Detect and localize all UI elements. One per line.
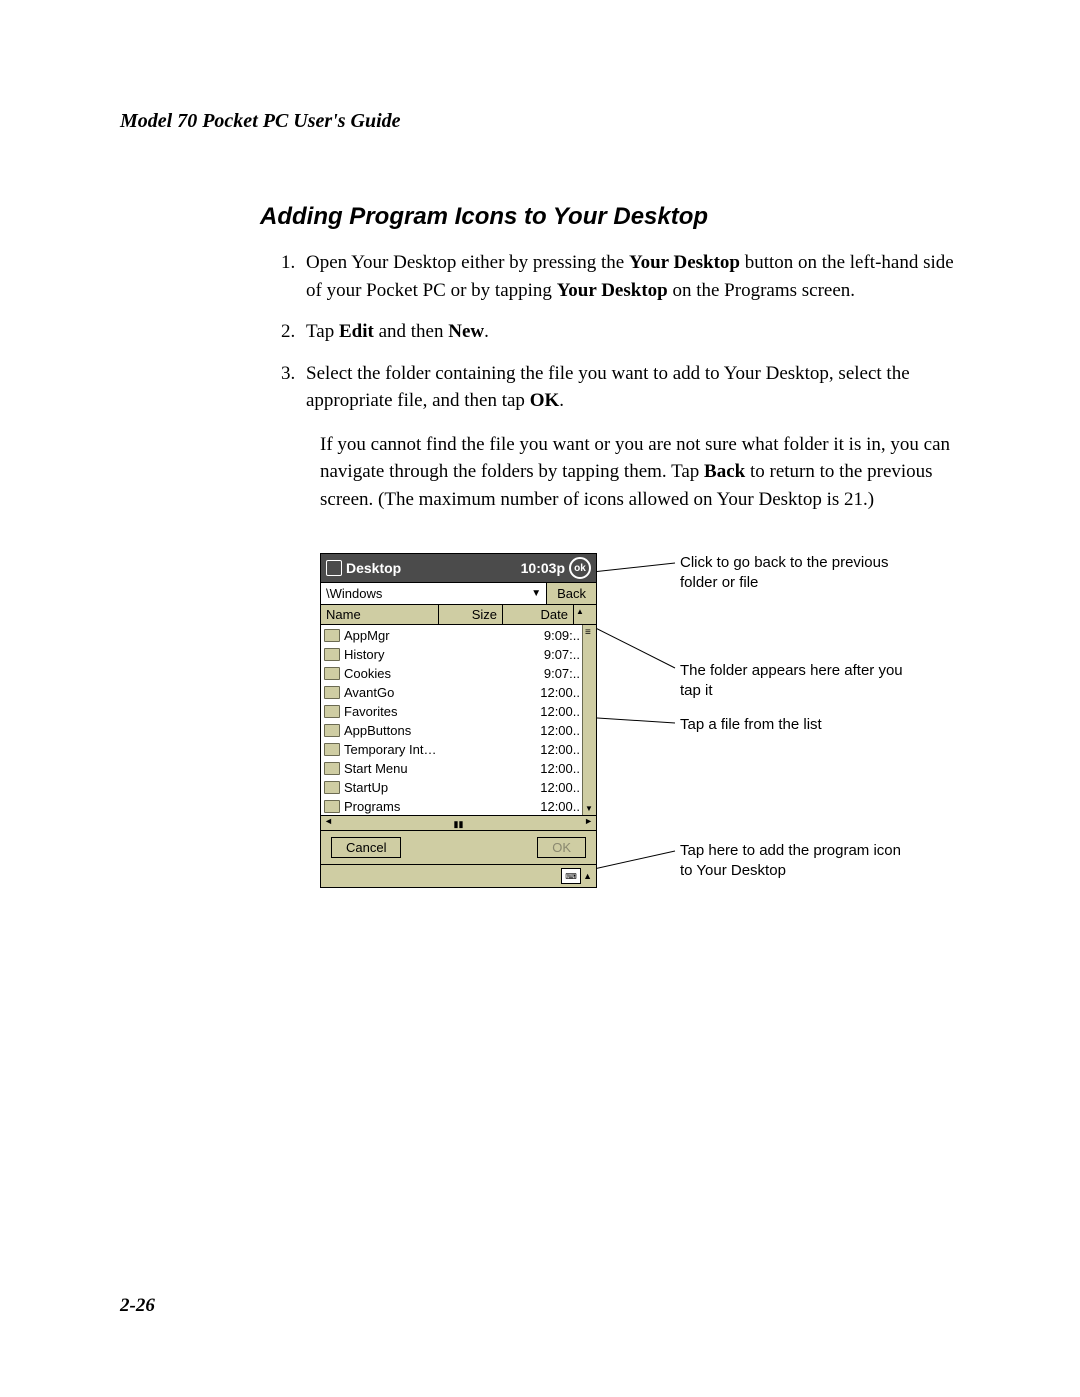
folder-icon (324, 629, 340, 642)
horizontal-scrollbar[interactable]: ▮▮ (321, 815, 596, 830)
pathbar: \Windows ▼ Back (321, 582, 596, 605)
file-date: 9:07:.. (489, 666, 596, 681)
step-list: Open Your Desktop either by pressing the… (300, 249, 960, 415)
figure: Desktop 10:03p ok \Windows ▼ Back Name S… (320, 553, 960, 953)
col-date[interactable]: Date (503, 605, 574, 624)
file-date: 12:00.. (489, 799, 596, 814)
folder-icon (324, 800, 340, 813)
file-name: History (344, 647, 489, 662)
step-2-text-b: and then (374, 321, 448, 342)
step-1-text-c: on the Programs screen. (668, 280, 855, 301)
app-icon (326, 560, 342, 576)
clock: 10:03p (521, 560, 565, 576)
file-list: AppMgr9:09:..History9:07:..Cookies9:07:.… (321, 625, 596, 815)
step-2-text-c: . (484, 321, 489, 342)
callout-ok: Tap here to add the program icon to Your… (680, 841, 910, 880)
step-3-note: If you cannot find the file you want or … (320, 431, 960, 514)
titlebar: Desktop 10:03p ok (321, 554, 596, 582)
file-date: 12:00.. (489, 761, 596, 776)
folder-icon (324, 686, 340, 699)
step-2-bold-2: New (448, 321, 484, 342)
col-size[interactable]: Size (439, 605, 503, 624)
step-2-bold-1: Edit (339, 321, 374, 342)
path-text: \Windows (326, 586, 382, 601)
step-1-bold-1: Your Desktop (629, 252, 740, 273)
step-3: Select the folder containing the file yo… (300, 360, 960, 415)
list-item[interactable]: Start Menu12:00.. (324, 759, 596, 778)
list-item[interactable]: Favorites12:00.. (324, 702, 596, 721)
folder-icon (324, 705, 340, 718)
sip-up-icon[interactable]: ▲ (583, 871, 592, 881)
folder-icon (324, 743, 340, 756)
dropdown-arrow-icon: ▼ (531, 588, 541, 599)
file-name: Start Menu (344, 761, 489, 776)
file-name: Cookies (344, 666, 489, 681)
page-number: 2-26 (120, 1295, 155, 1317)
list-item[interactable]: AppButtons12:00.. (324, 721, 596, 740)
step-3-text-a: Select the folder containing the file yo… (306, 363, 910, 412)
file-date: 12:00.. (489, 780, 596, 795)
callout-folder: The folder appears here after you tap it (680, 661, 910, 700)
folder-icon (324, 648, 340, 661)
list-item[interactable]: Temporary Int…12:00.. (324, 740, 596, 759)
file-name: Favorites (344, 704, 489, 719)
folder-icon (324, 667, 340, 680)
back-button[interactable]: Back (546, 583, 596, 604)
path-dropdown[interactable]: \Windows ▼ (321, 583, 546, 604)
file-date: 12:00.. (489, 723, 596, 738)
list-item[interactable]: AppMgr9:09:.. (324, 626, 596, 645)
file-date: 9:07:.. (489, 647, 596, 662)
hscroll-thumb[interactable]: ▮▮ (454, 819, 464, 830)
step-1-text-a: Open Your Desktop either by pressing the (306, 252, 629, 273)
step-3-text-b: . (559, 390, 564, 411)
column-headers: Name Size Date (321, 605, 596, 625)
list-item[interactable]: Cookies9:07:.. (324, 664, 596, 683)
file-date: 9:09:.. (489, 628, 596, 643)
window-title: Desktop (346, 560, 401, 576)
file-name: StartUp (344, 780, 489, 795)
file-date: 12:00.. (489, 742, 596, 757)
pocketpc-screenshot: Desktop 10:03p ok \Windows ▼ Back Name S… (320, 553, 597, 888)
step-2: Tap Edit and then New. (300, 318, 960, 346)
keyboard-icon[interactable]: ⌨ (561, 868, 581, 884)
file-name: Temporary Int… (344, 742, 489, 757)
running-head: Model 70 Pocket PC User's Guide (120, 110, 960, 133)
list-item[interactable]: AvantGo12:00.. (324, 683, 596, 702)
folder-icon (324, 762, 340, 775)
ok-button[interactable]: OK (537, 837, 586, 858)
folder-icon (324, 724, 340, 737)
step-3-bold-1: OK (530, 390, 560, 411)
file-date: 12:00.. (489, 685, 596, 700)
ok-badge-icon[interactable]: ok (569, 557, 591, 579)
step-1-bold-2: Your Desktop (557, 280, 668, 301)
note-bold: Back (704, 461, 745, 482)
file-name: AppMgr (344, 628, 489, 643)
list-item[interactable]: History9:07:.. (324, 645, 596, 664)
callout-tapfile: Tap a file from the list (680, 715, 822, 735)
list-item[interactable]: Programs12:00.. (324, 797, 596, 815)
button-row: Cancel OK (321, 830, 596, 864)
file-name: AvantGo (344, 685, 489, 700)
callout-back: Click to go back to the previous folder … (680, 553, 910, 592)
folder-icon (324, 781, 340, 794)
file-name: Programs (344, 799, 489, 814)
vertical-scrollbar[interactable] (582, 625, 596, 815)
sip-bar: ⌨ ▲ (321, 864, 596, 887)
section-title: Adding Program Icons to Your Desktop (260, 203, 960, 231)
col-name[interactable]: Name (321, 605, 439, 624)
cancel-button[interactable]: Cancel (331, 837, 401, 858)
file-name: AppButtons (344, 723, 489, 738)
list-item[interactable]: StartUp12:00.. (324, 778, 596, 797)
step-2-text-a: Tap (306, 321, 339, 342)
step-1: Open Your Desktop either by pressing the… (300, 249, 960, 304)
scroll-up-icon[interactable] (574, 605, 596, 624)
file-date: 12:00.. (489, 704, 596, 719)
